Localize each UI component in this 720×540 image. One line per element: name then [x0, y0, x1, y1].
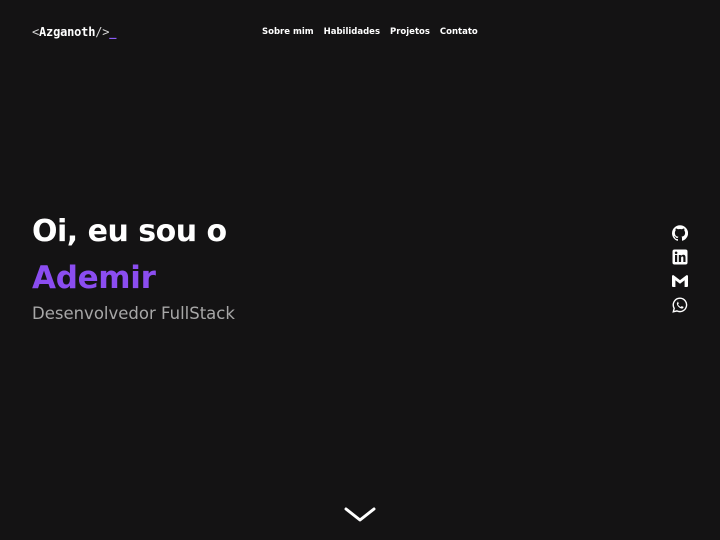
linkedin-icon — [672, 249, 687, 265]
whatsapp-link[interactable] — [671, 297, 688, 313]
scroll-down-button[interactable] — [344, 506, 376, 524]
logo-close-bracket: /> — [95, 25, 110, 39]
social-links — [671, 225, 688, 313]
nav-link-sobre-mim[interactable]: Sobre mim — [262, 27, 314, 38]
hero-greeting: Oi, eu sou o — [32, 214, 227, 249]
nav-link-projetos[interactable]: Projetos — [390, 27, 430, 38]
logo-name: Azganoth — [39, 25, 96, 39]
hero-role: Desenvolvedor FullStack — [32, 304, 235, 323]
logo-cursor: _ — [109, 25, 117, 39]
github-icon — [671, 225, 688, 241]
gmail-icon — [671, 275, 688, 287]
page: <Azganoth/>_ Sobre mim Habilidades Proje… — [0, 0, 720, 540]
main-nav: Sobre mim Habilidades Projetos Contato — [262, 27, 478, 38]
github-link[interactable] — [671, 225, 688, 241]
nav-link-habilidades[interactable]: Habilidades — [324, 27, 380, 38]
chevron-down-icon — [344, 507, 376, 522]
site-logo[interactable]: <Azganoth/>_ — [32, 25, 117, 39]
linkedin-link[interactable] — [671, 249, 688, 265]
nav-link-contato[interactable]: Contato — [440, 27, 478, 38]
hero-section: Oi, eu sou o Ademir Desenvolvedor FullSt… — [32, 212, 235, 325]
whatsapp-icon — [671, 297, 687, 313]
gmail-link[interactable] — [671, 273, 688, 289]
logo-open-bracket: < — [32, 25, 40, 39]
hero-name: Ademir — [32, 260, 156, 296]
